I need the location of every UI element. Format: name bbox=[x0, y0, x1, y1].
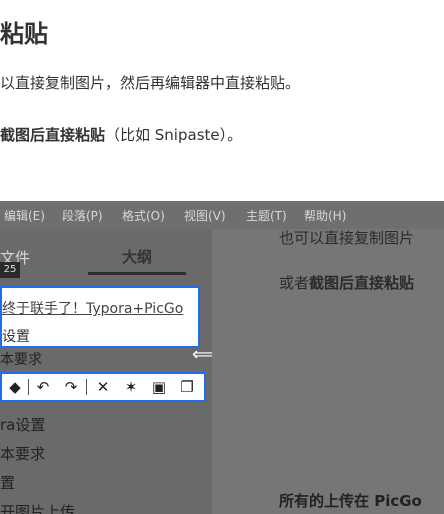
undo-icon[interactable]: ↶ bbox=[34, 377, 52, 397]
editor-line-1: 也可以直接复制图片 bbox=[279, 229, 415, 247]
toolbar-separator bbox=[86, 379, 87, 395]
toolbar-separator bbox=[28, 379, 29, 395]
save-icon[interactable]: ▣ bbox=[150, 377, 168, 397]
tab-outline[interactable]: 大纲 bbox=[122, 246, 152, 267]
pin-icon[interactable]: ✶ bbox=[122, 377, 140, 397]
paragraph-2-bold: 截图后直接粘贴 bbox=[0, 126, 106, 144]
editor-line-2: 或者截图后直接粘贴 bbox=[279, 272, 414, 293]
sidebar-item-1[interactable]: ra设置 bbox=[0, 414, 45, 435]
partially-hidden-text: 本要求 bbox=[0, 352, 42, 368]
sidebar-item-3[interactable]: 置 bbox=[0, 472, 15, 493]
editor-line-3: 所有的上传在 PicGo bbox=[279, 492, 422, 510]
popup-text: 设置 bbox=[2, 329, 30, 345]
popup-link[interactable]: 终于联手了！Typora+PicGo bbox=[2, 298, 183, 318]
sidebar-item-2[interactable]: 本要求 bbox=[0, 443, 45, 464]
sidebar-item-4[interactable]: 开图片上传 bbox=[0, 501, 75, 514]
link-popup: 终于联手了！Typora+PicGo 设置 bbox=[0, 286, 200, 348]
paragraph-2-rest: （比如 Snipaste）。 bbox=[105, 126, 243, 144]
copy-icon[interactable]: ❐ bbox=[178, 377, 196, 397]
close-icon[interactable]: ✕ bbox=[94, 377, 112, 397]
menu-bar: 编辑(E) 段落(P) 格式(O) 视图(V) 主题(T) 帮助(H) bbox=[0, 201, 444, 229]
menu-help[interactable]: 帮助(H) bbox=[304, 207, 346, 224]
doc-heading: 粘贴 bbox=[0, 20, 48, 48]
doc-paragraph-1: 以直接复制图片，然后再编辑器中直接粘贴。 bbox=[0, 74, 301, 92]
menu-view[interactable]: 视图(V) bbox=[184, 207, 226, 224]
menu-edit[interactable]: 编辑(E) bbox=[4, 207, 45, 224]
menu-theme[interactable]: 主题(T) bbox=[246, 207, 287, 224]
menu-paragraph[interactable]: 段落(P) bbox=[62, 207, 103, 224]
tab-active-indicator bbox=[88, 272, 186, 275]
menu-format[interactable]: 格式(O) bbox=[122, 207, 165, 224]
editor-line-2-bold: 截图后直接粘贴 bbox=[309, 274, 415, 292]
doc-paragraph-2: 截图后直接粘贴（比如 Snipaste）。 bbox=[0, 124, 242, 145]
size-badge: 25 bbox=[0, 262, 20, 278]
redo-icon[interactable]: ↷ bbox=[62, 377, 80, 397]
eraser-icon[interactable]: ◆ bbox=[6, 377, 24, 397]
editor-line-2-prefix: 或者 bbox=[279, 274, 310, 292]
snip-toolbar: ◆ ↶ ↷ ✕ ✶ ▣ ❐ bbox=[0, 372, 206, 402]
